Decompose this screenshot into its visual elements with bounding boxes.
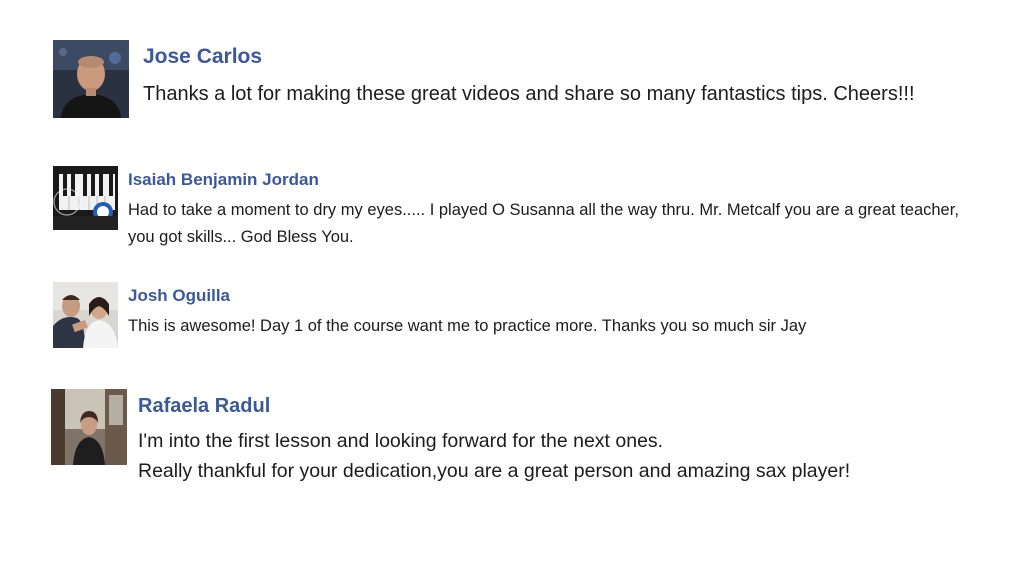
author-name[interactable]: Jose Carlos [143,43,953,71]
comment-item: Rafaela Radul I'm into the first lesson … [51,389,981,486]
comment-item: Jose Carlos Thanks a lot for making thes… [53,40,953,118]
comment-text: Thanks a lot for making these great vide… [143,83,915,105]
comment-text: This is awesome! Day 1 of the course wan… [128,317,807,335]
comment-body: Jose Carlos Thanks a lot for making thes… [143,40,953,110]
comment-text: Had to take a moment to dry my eyes.....… [128,201,959,246]
piano-keys-avatar[interactable] [53,166,118,230]
person-outdoor-avatar[interactable] [51,389,127,465]
author-name[interactable]: Rafaela Radul [138,392,981,420]
man-portrait-avatar[interactable] [53,40,129,118]
couple-photo-avatar[interactable] [53,282,118,348]
comment-body: Josh Oguilla This is awesome! Day 1 of t… [128,282,973,340]
comment-item: Josh Oguilla This is awesome! Day 1 of t… [53,282,973,348]
comment-body: Isaiah Benjamin Jordan Had to take a mom… [128,166,973,251]
comment-text-line-2: Really thankful for your dedication,you … [138,460,851,482]
comment-text-line-1: I'm into the first lesson and looking fo… [138,430,664,452]
comment-item: Isaiah Benjamin Jordan Had to take a mom… [53,166,973,251]
comment-body: Rafaela Radul I'm into the first lesson … [138,389,981,486]
author-name[interactable]: Isaiah Benjamin Jordan [128,168,973,192]
comments-page: Jose Carlos Thanks a lot for making thes… [0,0,1024,576]
author-name[interactable]: Josh Oguilla [128,284,973,308]
